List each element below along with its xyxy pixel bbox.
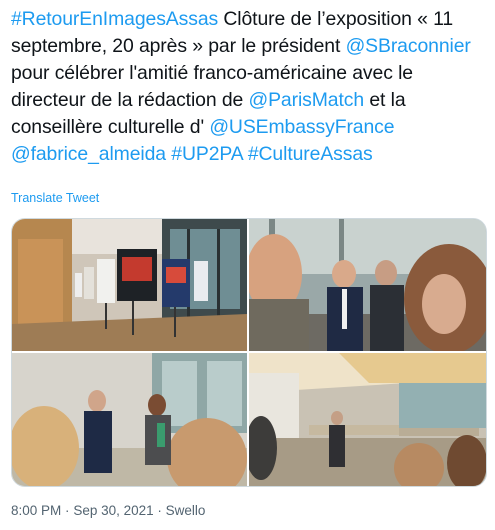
tweet-link[interactable]: #CultureAssas bbox=[248, 143, 373, 165]
separator-dot: · bbox=[65, 503, 70, 518]
exhibition-panels-photo[interactable] bbox=[12, 219, 247, 351]
tweet-text: #RetourEnImagesAssas Clôture de l’exposi… bbox=[11, 6, 487, 168]
tweet-source: Swello bbox=[165, 503, 206, 518]
tweet-link[interactable]: @ParisMatch bbox=[248, 89, 364, 111]
tweet-time[interactable]: 8:00 PM bbox=[11, 503, 61, 518]
tweet-date[interactable]: Sep 30, 2021 bbox=[73, 503, 153, 518]
media-grid bbox=[11, 218, 487, 487]
tweet-link[interactable]: @USEmbassyFrance bbox=[209, 116, 394, 138]
tweet-link[interactable]: @fabrice_almeida bbox=[11, 143, 166, 165]
tweet-link[interactable]: #UP2PA bbox=[171, 143, 242, 165]
tweet-meta: 8:00 PM · Sep 30, 2021 · Swello bbox=[11, 503, 205, 518]
tweet-link[interactable]: #RetourEnImagesAssas bbox=[11, 8, 218, 30]
separator-dot: · bbox=[157, 503, 162, 518]
translate-tweet-link[interactable]: Translate Tweet bbox=[11, 191, 99, 205]
tweet-link[interactable]: @SBraconnier bbox=[346, 35, 471, 57]
audience-speakers-photo[interactable] bbox=[12, 353, 247, 486]
library-hall-photo[interactable] bbox=[249, 353, 486, 486]
speakers-microphone-photo[interactable] bbox=[249, 219, 486, 351]
